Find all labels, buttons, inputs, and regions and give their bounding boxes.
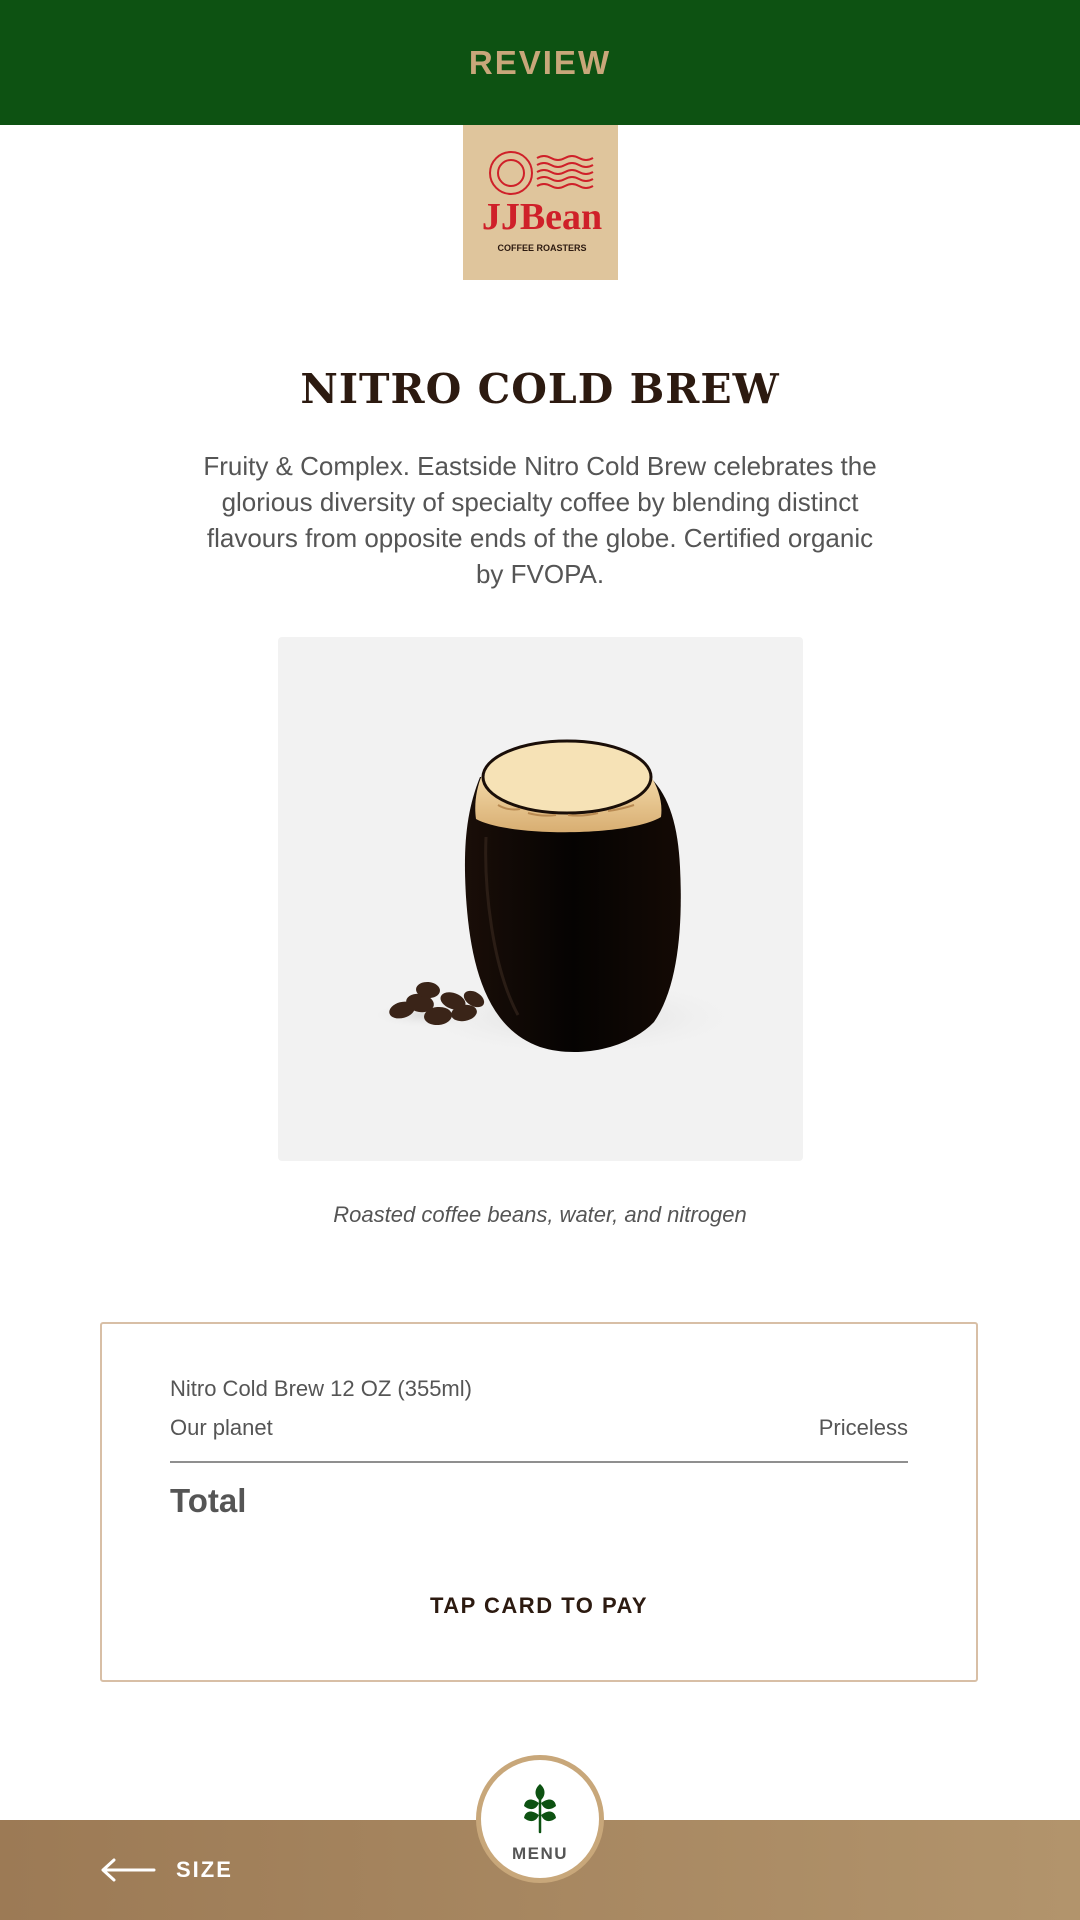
product-description: Fruity & Complex. Eastside Nitro Cold Br… xyxy=(203,451,877,589)
order-summary-card: Nitro Cold Brew 12 OZ (355ml) Our planet… xyxy=(100,1322,978,1682)
page-title: REVIEW xyxy=(468,43,612,81)
order-divider xyxy=(170,1461,908,1463)
nitro-glass-image xyxy=(368,739,748,1057)
arrow-left-icon xyxy=(101,1858,156,1882)
total-label: Total xyxy=(170,1482,247,1519)
order-item-name: Nitro Cold Brew 12 OZ (355ml) xyxy=(170,1376,472,1401)
jjbean-logo-icon: JJBean COFFEE ROASTERS xyxy=(482,151,602,253)
menu-button[interactable]: MENU xyxy=(476,1755,604,1883)
back-to-size-button[interactable]: SIZE xyxy=(100,1848,233,1892)
header-bar: REVIEW xyxy=(0,0,1080,125)
order-sub-price: Priceless xyxy=(818,1415,908,1440)
logo-tagline-text: COFFEE ROASTERS xyxy=(497,243,586,253)
leaf-icon xyxy=(524,1784,556,1834)
tap-card-to-pay-button[interactable]: TAP CARD TO PAY xyxy=(382,1586,696,1626)
brand-logo: JJBean COFFEE ROASTERS xyxy=(463,125,618,280)
menu-label: MENU xyxy=(511,1844,569,1863)
order-sub-label: Our planet xyxy=(170,1415,273,1440)
product-name: NITRO COLD BREW xyxy=(300,365,780,413)
logo-brand-text: JJBean xyxy=(482,196,602,238)
ingredients-text: Roasted coffee beans, water, and nitroge… xyxy=(333,1202,747,1227)
product-photo xyxy=(278,637,803,1161)
back-button-label: SIZE xyxy=(176,1857,233,1882)
